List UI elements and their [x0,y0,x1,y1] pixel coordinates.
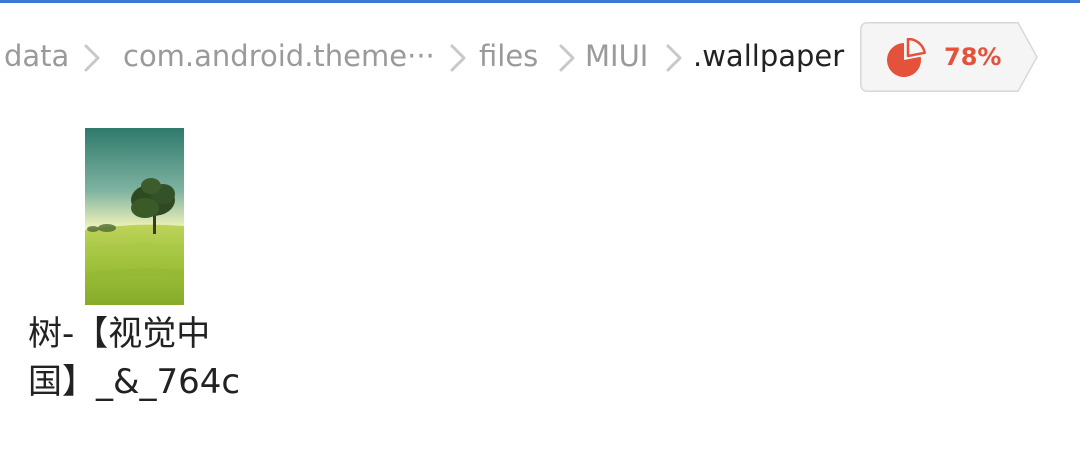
breadcrumb-item-wallpaper[interactable]: .wallpaper [693,38,844,74]
chevron-right-icon [446,42,470,74]
top-accent-line [0,0,1080,3]
pie-chart-icon [886,37,926,78]
chevron-right-icon [80,42,104,74]
file-thumbnail [85,128,184,305]
chevron-right-icon [555,42,579,74]
pie-free-slice [906,37,926,58]
storage-percent-label: 78% [944,43,1002,71]
breadcrumb-item-files[interactable]: files [479,38,538,74]
chevron-right-icon [662,42,686,74]
tree-on-meadow-image [85,128,184,305]
pie-used-slice [887,43,922,77]
file-name-label: 树-【视觉中国】_&_764c [28,314,241,402]
breadcrumb-item-data[interactable]: data [4,38,69,74]
breadcrumb-item-miui[interactable]: MIUI [585,38,648,74]
storage-usage-button[interactable]: 78% [860,22,1038,92]
breadcrumb-item-theme[interactable]: com.android.theme··· [123,38,435,74]
